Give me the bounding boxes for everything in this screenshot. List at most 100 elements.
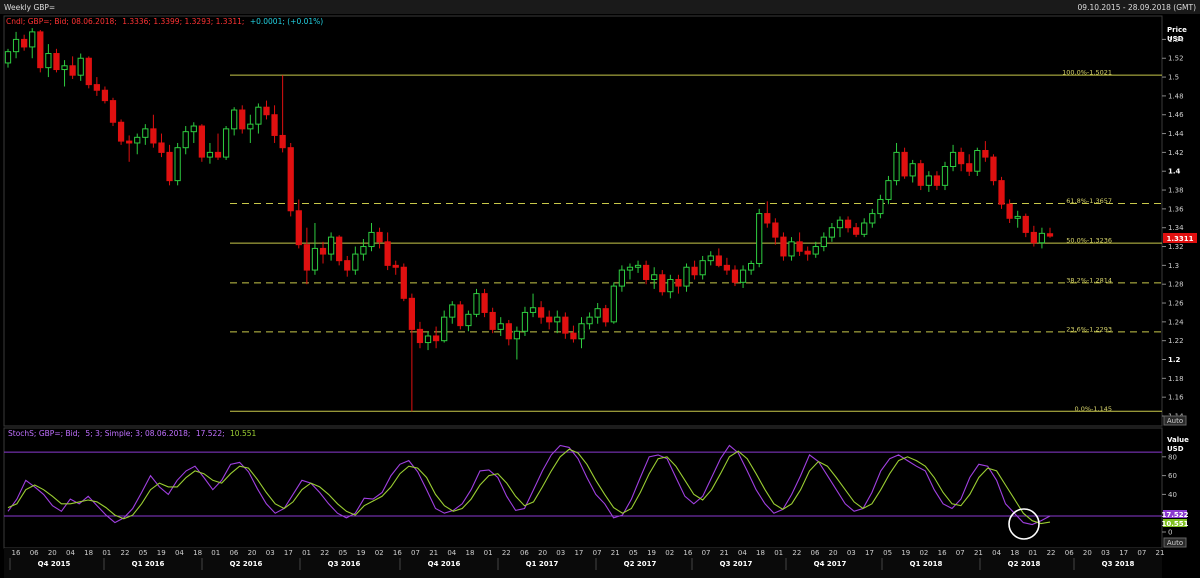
x-tick-label: 01	[211, 549, 220, 557]
stoch-legend-prefix: StochS; GBP=; Bid;	[8, 429, 80, 438]
stoch-y-axis: 020406080	[4, 451, 1177, 537]
fib-label: 61.8%-1.3657	[1066, 197, 1112, 205]
candle-body	[578, 323, 585, 340]
x-tick-label: 20	[1083, 549, 1092, 557]
candle-body	[804, 250, 811, 255]
x-tick-label: 01	[1028, 549, 1037, 557]
x-tick-label: 16	[393, 549, 402, 557]
x-tick-label: 17	[1119, 549, 1128, 557]
x-tick-label: 07	[956, 549, 965, 557]
candle-body	[651, 274, 658, 280]
x-tick-label: 06	[1065, 549, 1074, 557]
candle-body	[360, 246, 367, 255]
candle-body	[877, 198, 884, 215]
x-tick-label: 01	[484, 549, 493, 557]
x-tick-label: 19	[357, 549, 366, 557]
candle-body	[521, 311, 529, 332]
candle-body	[869, 213, 876, 224]
candle-body	[327, 236, 335, 255]
x-tick-label: 05	[883, 549, 892, 557]
candle-body	[384, 241, 391, 266]
candle-body	[1046, 233, 1054, 237]
candle-body	[85, 57, 92, 86]
x-tick-label: 22	[502, 549, 511, 557]
candle-body	[481, 293, 488, 313]
price-tick-label: 1.42	[1168, 149, 1184, 157]
candle-body	[190, 125, 197, 133]
price-tick-label: 1.48	[1168, 92, 1184, 100]
price-tick-label: 1.4	[1168, 168, 1181, 176]
candle-body	[1014, 215, 1021, 219]
x-tick-label: 22	[120, 549, 129, 557]
candle-body	[691, 266, 698, 276]
candle-body	[966, 163, 973, 172]
candle-body	[222, 128, 230, 158]
candle-body	[642, 264, 650, 280]
x-tick-label: 05	[139, 549, 148, 557]
candle-body	[933, 175, 941, 186]
candle-body	[990, 156, 997, 182]
x-tick-label: 22	[1047, 549, 1056, 557]
candle-body	[788, 241, 795, 257]
price-tick-label: 1.28	[1168, 281, 1184, 289]
x-quarter-label: Q3 2016	[328, 560, 361, 568]
candle-body	[4, 51, 12, 64]
candle-body	[271, 114, 278, 136]
candle-body	[885, 180, 892, 200]
x-tick-label: 04	[992, 549, 1001, 557]
candle-body	[570, 332, 577, 340]
candle-body	[602, 308, 609, 323]
x-tick-label: 03	[847, 549, 856, 557]
price-axis-title: Price	[1167, 26, 1187, 34]
stoch-axis-title: Value	[1167, 436, 1189, 444]
candle-body	[150, 128, 157, 144]
candle-body	[336, 236, 343, 262]
candle-body	[675, 278, 682, 287]
x-tick-label: 16	[938, 549, 947, 557]
x-tick-label: 01	[302, 549, 311, 557]
candle-body	[206, 151, 214, 158]
x-tick-label: 20	[829, 549, 838, 557]
fib-label: 50.0%-1.3236	[1066, 237, 1112, 245]
price-auto-button[interactable]: Auto	[1163, 415, 1187, 426]
x-tick-label: 20	[48, 549, 57, 557]
candle-body	[796, 241, 803, 252]
x-tick-label: 18	[1010, 549, 1019, 557]
candle-body	[764, 213, 771, 224]
x-tick-label: 04	[447, 549, 456, 557]
stoch-tick-label: 80	[1168, 453, 1177, 461]
x-quarter-label: Q2 2017	[624, 560, 657, 568]
title-bar	[0, 0, 1200, 14]
x-tick-label: 21	[611, 549, 620, 557]
candle-body	[231, 109, 238, 130]
price-tick-label: 1.5	[1168, 74, 1179, 82]
candle-body	[344, 260, 351, 271]
x-tick-label: 03	[266, 549, 275, 557]
stoch-tick-label: 40	[1168, 491, 1177, 499]
stoch-auto-button[interactable]: Auto	[1163, 537, 1187, 548]
x-quarter-label: Q3 2017	[720, 560, 753, 568]
candle-body	[352, 253, 359, 271]
candle-body	[731, 269, 739, 283]
candle-body	[594, 308, 601, 318]
fib-label: 100.0%-1.5021	[1062, 69, 1112, 77]
candle-body	[828, 227, 836, 238]
price-legend-values: 1.3336; 1.3399; 1.3293; 1.3311;	[122, 17, 244, 26]
stoch-auto-label: Auto	[1167, 539, 1183, 547]
x-tick-label: 07	[702, 549, 711, 557]
candle-body	[457, 304, 464, 327]
price-tick-label: 1.32	[1168, 243, 1184, 251]
candle-body	[610, 285, 617, 323]
candle-body	[546, 316, 553, 323]
x-tick-label: 16	[683, 549, 692, 557]
x-tick-label: 01	[774, 549, 783, 557]
x-tick-label: 06	[811, 549, 820, 557]
x-quarter-label: Q4 2016	[428, 560, 461, 568]
price-tick-label: 1.36	[1168, 205, 1184, 213]
x-tick-label: 19	[157, 549, 166, 557]
fib-label: 38.2%-1.2814	[1066, 276, 1112, 284]
x-tick-label: 18	[756, 549, 765, 557]
candle-body	[174, 147, 181, 182]
price-panel-frame	[3, 15, 1163, 427]
candle-body	[1022, 215, 1029, 233]
